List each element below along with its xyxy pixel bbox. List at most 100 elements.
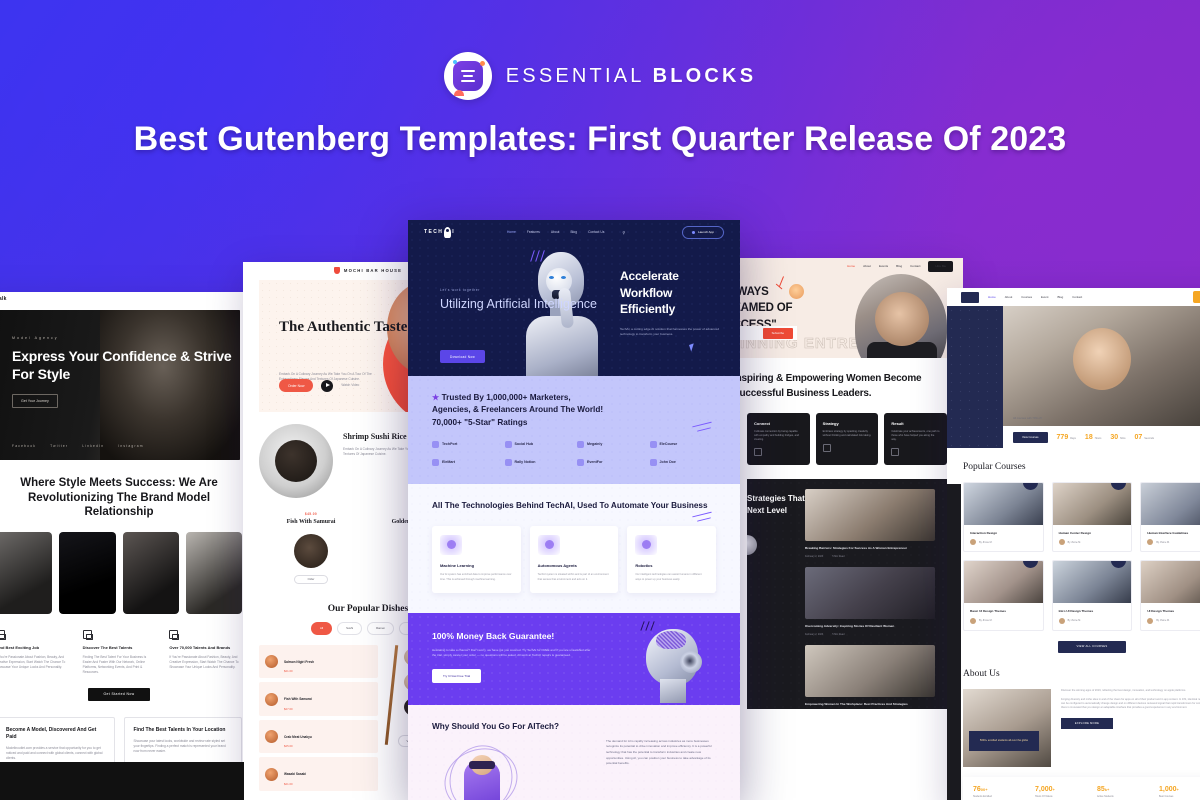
model-gallery-image [122, 532, 179, 615]
ai-nav-blog[interactable]: Blog [570, 230, 577, 234]
women-nav-blog[interactable]: Blog [896, 264, 902, 268]
template-preview-model-agency[interactable]: BlueWalk Model Agency Express Your Confi… [0, 292, 268, 800]
women-card-strategy[interactable]: Strategy Embrace strategy by sparking cr… [815, 413, 879, 466]
women-card-connect[interactable]: Connect Cultivate connection by being ca… [747, 413, 810, 466]
women-subscribe-button[interactable]: Subscribe [762, 327, 793, 339]
model-hero-button[interactable]: Get Your Journey [12, 393, 58, 408]
edu-course-card[interactable]: ★ Human Center Design By Jhone M. [1051, 482, 1133, 553]
edu-nav-home[interactable]: Home [988, 295, 996, 299]
avatar [789, 284, 804, 299]
women-subscribe-bar[interactable]: Subscribe [731, 326, 797, 340]
template-preview-education[interactable]: Home About Courses Event Blog Contact Si… [947, 288, 1200, 800]
bookmark-icon[interactable]: ★ [1022, 483, 1038, 490]
model-feature-body: If You're Passionate About Fashion, Beau… [0, 654, 66, 669]
women-nav-home[interactable]: Home [847, 264, 855, 268]
edu-all-courses-button[interactable]: VIEW ALL COURSES [1058, 640, 1126, 653]
ai-nav-home[interactable]: Home [507, 230, 516, 234]
tab-all[interactable]: All [310, 621, 333, 635]
social-instagram[interactable]: Instagram [118, 444, 143, 448]
social-twitter[interactable]: Twitter [50, 444, 68, 448]
food-list-item[interactable]: Salmon Nigiri Fresh $21.00 [259, 644, 379, 679]
women-section-title: Inspiring & Empowering Women Become Succ… [733, 373, 922, 399]
food-order-button[interactable]: Order Now [279, 379, 314, 392]
women-hire-me-button[interactable]: Hire Me [928, 260, 953, 272]
brand-icon [649, 458, 657, 466]
edu-about-body: Forging diversity and niche sites in and… [1061, 697, 1200, 710]
food-menu-button[interactable]: Order [294, 574, 328, 584]
food-menu-card[interactable]: $45.00 Fish With Samurai Order [259, 512, 363, 584]
bookmark-icon[interactable]: ★ [1022, 561, 1038, 569]
arrow-icon[interactable] [891, 448, 900, 457]
model-gallery-image [0, 532, 53, 615]
ai-tech-card[interactable]: Autonomous Agents TechAI system is situa… [529, 526, 619, 593]
women-cards: Connect Cultivate connection by being ca… [747, 413, 948, 466]
food-watch-video-label[interactable]: Watch Video [341, 383, 359, 388]
brand-megainly: Megainly [577, 440, 644, 448]
post-title: Empowering Women In The Workplace: Best … [805, 702, 908, 707]
edu-view-courses-button[interactable]: View Courses [1013, 431, 1048, 443]
model-social-links[interactable]: Facebook Twitter LinkedIn Instagram [12, 444, 144, 448]
arrow-icon[interactable] [822, 444, 831, 453]
edu-explore-button[interactable]: EXPLORE MORE [1061, 718, 1113, 730]
stat-suffix: + [1052, 786, 1055, 792]
social-facebook[interactable]: Facebook [12, 444, 36, 448]
food-list-item[interactable]: Wasabi Sasaki $21.00 [259, 757, 379, 791]
template-preview-women-entrepreneur[interactable]: Home About Events Blog Contact Hire Me "… [731, 258, 963, 800]
brand-elecourse: EleCourse [649, 440, 717, 448]
edu-course-card[interactable]: ★ Human Interface Guidelines By Jhone M. [1140, 482, 1200, 553]
ai-hero-kicker: Let's work together [440, 288, 480, 292]
model-cta-button[interactable]: Get Started Now [88, 687, 150, 701]
food-list-thumb [265, 692, 278, 706]
edu-about-badge: 5000+ enrolled students all over the glo… [969, 730, 1039, 751]
ai-nav-features[interactable]: Features [527, 230, 540, 234]
ai-nav-contact[interactable]: Contact Us [588, 230, 604, 234]
stat-value: 7,000 [1035, 785, 1053, 793]
women-nav-about[interactable]: About [863, 264, 871, 268]
women-nav-events[interactable]: Events [879, 264, 888, 268]
edu-nav-event[interactable]: Event [1041, 295, 1048, 299]
ai-card-body: Our intelligent technologies can assist … [635, 573, 702, 581]
list-item[interactable]: Empowering Women In The Workplace: Best … [805, 645, 935, 709]
food-list-item[interactable]: Fish With Samurai $27.00 [259, 682, 379, 716]
edu-nav-courses[interactable]: Courses [1021, 295, 1032, 299]
countdown-label: Mins [1120, 436, 1126, 440]
ai-card-body: Our AI system has enriched data to impro… [440, 573, 512, 581]
tab-sushi[interactable]: Sushi [337, 621, 363, 635]
model-hero-text: Model Agency Express Your Confidence & S… [12, 336, 240, 408]
ai-download-button[interactable]: Download Now [440, 350, 486, 363]
template-preview-tech-ai[interactable]: TECH I Home Features About Blog Contact U… [408, 220, 740, 800]
bookmark-icon[interactable]: ★ [1111, 561, 1127, 569]
tab-ramen[interactable]: Ramen [367, 621, 395, 635]
women-card-result[interactable]: Result Celebrate your achievements, one … [884, 413, 948, 466]
women-nav-contact[interactable]: Contact [910, 264, 920, 268]
edu-course-card[interactable]: ★ Basic UI Design Themes By Jhone M. [963, 560, 1044, 631]
ai-launch-app-button[interactable]: Launch App [682, 225, 724, 239]
edu-nav-blog[interactable]: Blog [1057, 295, 1063, 299]
ai-nav-items[interactable]: Home Features About Blog Contact Us [507, 230, 604, 234]
list-item[interactable]: Overcoming Adversity: Inspiring Stories … [805, 567, 935, 636]
edu-course-card[interactable]: ★ Intro UI Design Themes By Jhone M. [1051, 560, 1133, 631]
avatar [1147, 617, 1154, 624]
edu-course-card[interactable]: ★ UI Design Themes By Jhone M. [1140, 560, 1200, 631]
social-linkedin[interactable]: LinkedIn [82, 444, 104, 448]
edu-nav-about[interactable]: About [1005, 295, 1013, 299]
ai-nav-about[interactable]: About [551, 230, 560, 234]
food-list-item[interactable]: Crab Meat Unakyu $25.00 [259, 719, 379, 754]
ai-free-trial-button[interactable]: Try It Now Free Trial [432, 668, 482, 683]
women-navbar[interactable]: Home About Events Blog Contact Hire Me [731, 258, 963, 274]
edu-navbar[interactable]: Home About Courses Event Blog Contact Si… [947, 288, 1200, 306]
logo-dot-coral [453, 90, 464, 96]
people-icon [82, 630, 93, 640]
logo-blocks-glyph [452, 61, 483, 91]
list-item[interactable]: Breaking Barriers: Strategies For Succes… [805, 489, 935, 558]
edu-course-card[interactable]: ★ Interaction Design By Jhone M. [963, 482, 1044, 553]
ai-tech-card[interactable]: Machine Learning Our AI system has enric… [432, 526, 521, 593]
play-icon[interactable] [321, 379, 334, 392]
edu-signup-button[interactable]: Sign Up [1192, 291, 1200, 303]
search-icon[interactable]: ⚲ [622, 230, 625, 235]
brand-icon [504, 440, 512, 448]
arrow-icon[interactable] [754, 448, 762, 457]
bookmark-icon[interactable]: ★ [1111, 483, 1127, 490]
ai-tech-card[interactable]: Robotics Our intelligent technologies ca… [627, 526, 717, 593]
edu-nav-contact[interactable]: Contact [1072, 295, 1082, 299]
